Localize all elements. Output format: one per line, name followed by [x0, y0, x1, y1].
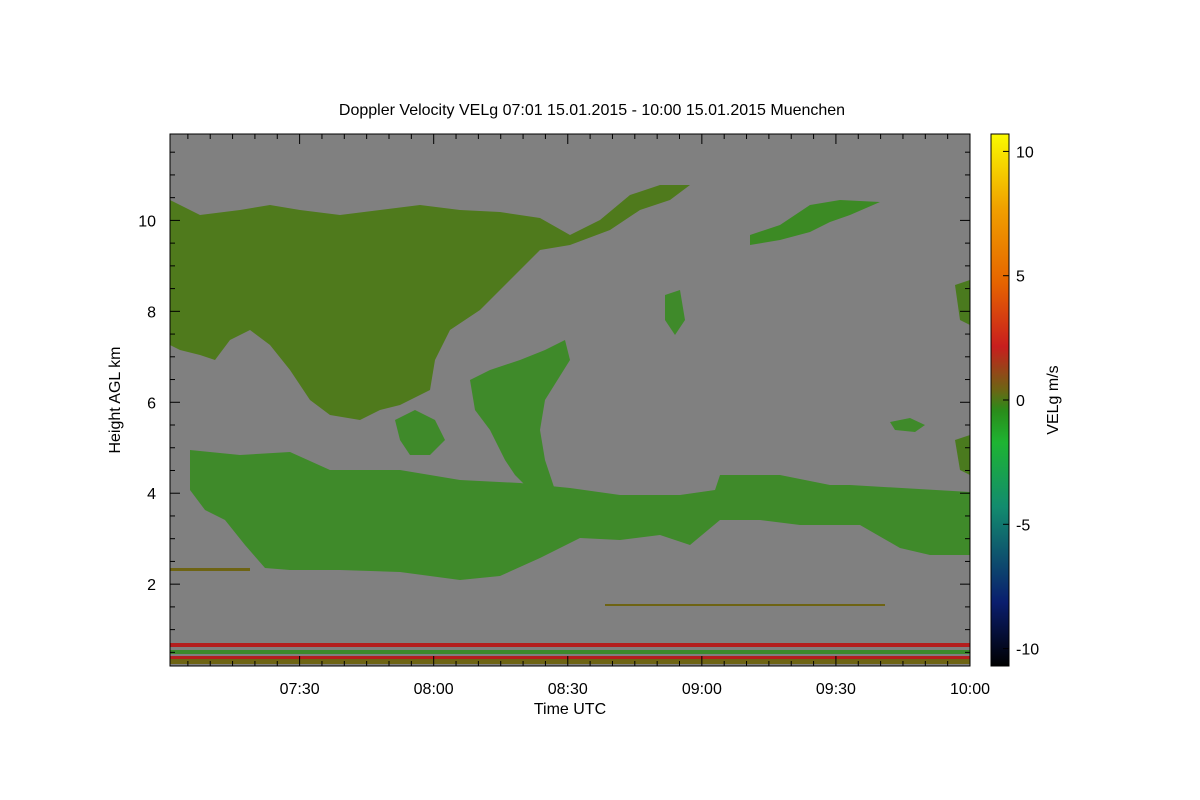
clutter-line-dots [605, 604, 885, 606]
colorbar-tick-label: 0 [1016, 393, 1025, 410]
x-tick-label: 08:00 [414, 681, 454, 698]
y-tick-label: 10 [138, 213, 156, 230]
colorbar-tick-label: 5 [1016, 269, 1025, 286]
clutter-band-green [170, 650, 970, 654]
colorbar-tick-label: -10 [1016, 642, 1039, 659]
x-tick-label: 10:00 [950, 681, 990, 698]
clutter-band-red [170, 643, 970, 647]
colorbar-label: VELg m/s [1045, 365, 1062, 434]
colorbar-tick-label: -5 [1016, 517, 1030, 534]
clutter-line-low [170, 568, 250, 571]
x-tick-label: 09:30 [816, 681, 856, 698]
x-tick-label: 08:30 [548, 681, 588, 698]
chart-figure: Doppler Velocity VELg 07:01 15.01.2015 -… [107, 102, 1062, 718]
y-axis-label: Height AGL km [107, 346, 124, 453]
x-axis-label: Time UTC [534, 701, 606, 718]
chart-title: Doppler Velocity VELg 07:01 15.01.2015 -… [339, 102, 845, 119]
y-tick-label: 8 [147, 304, 156, 321]
colorbar-tick-label: 10 [1016, 144, 1034, 161]
x-tick-label: 09:00 [682, 681, 722, 698]
clutter-band-mixed [170, 659, 970, 664]
y-tick-label: 2 [147, 577, 156, 594]
y-tick-label: 6 [147, 395, 156, 412]
x-tick-label: 07:30 [280, 681, 320, 698]
clutter-band-red-2 [170, 656, 970, 659]
y-tick-label: 4 [147, 486, 156, 503]
